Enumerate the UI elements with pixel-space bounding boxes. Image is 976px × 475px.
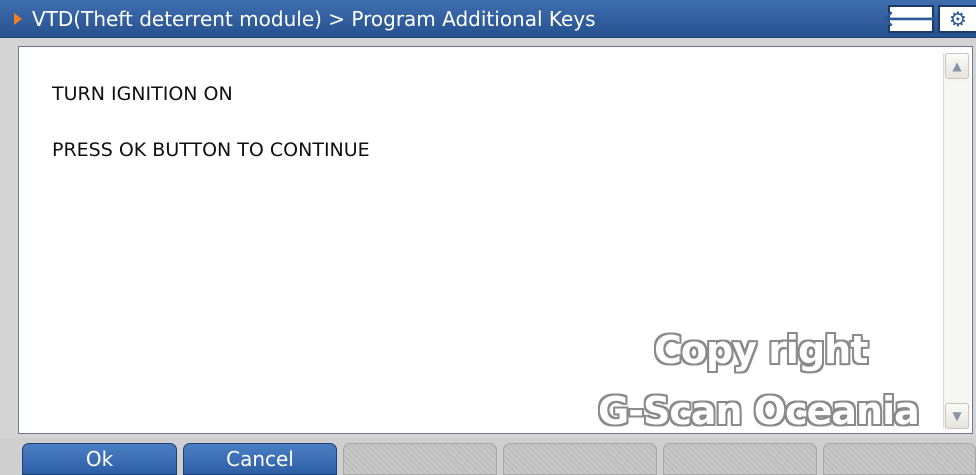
instruction-line-1: TURN IGNITION ON (52, 83, 233, 105)
back-button[interactable]: 🡐 (882, 5, 941, 33)
watermark-line-1: Copy right (654, 328, 868, 372)
title-arrow-icon (14, 12, 22, 25)
ok-button[interactable]: Ok (22, 443, 177, 475)
watermark-line-2: G-Scan Oceania (598, 389, 920, 433)
gear-icon: ⚙ (949, 7, 967, 31)
breadcrumb: VTD(Theft deterrent module) > Program Ad… (32, 6, 596, 31)
cancel-button[interactable]: Cancel (183, 443, 337, 475)
chevron-down-icon: ▼ (952, 409, 962, 423)
function-button-6 (823, 443, 976, 475)
function-button-bar: Ok Cancel (0, 438, 976, 475)
scroll-up-button[interactable]: ▲ (945, 53, 969, 79)
back-arrow-icon: 🡐 (881, 7, 941, 32)
chevron-up-icon: ▲ (952, 59, 962, 73)
vertical-scrollbar[interactable]: ▲ ▼ (943, 53, 970, 429)
message-panel: TURN IGNITION ON PRESS OK BUTTON TO CONT… (18, 46, 973, 434)
function-button-3 (343, 443, 497, 475)
scroll-down-button[interactable]: ▼ (945, 403, 969, 429)
scroll-track[interactable] (945, 81, 969, 401)
title-bar: VTD(Theft deterrent module) > Program Ad… (0, 0, 976, 38)
screen: VTD(Theft deterrent module) > Program Ad… (0, 0, 976, 475)
instruction-line-2: PRESS OK BUTTON TO CONTINUE (52, 139, 370, 161)
function-button-4 (503, 443, 657, 475)
function-button-5 (663, 443, 817, 475)
settings-button[interactable]: ⚙ (938, 5, 976, 33)
